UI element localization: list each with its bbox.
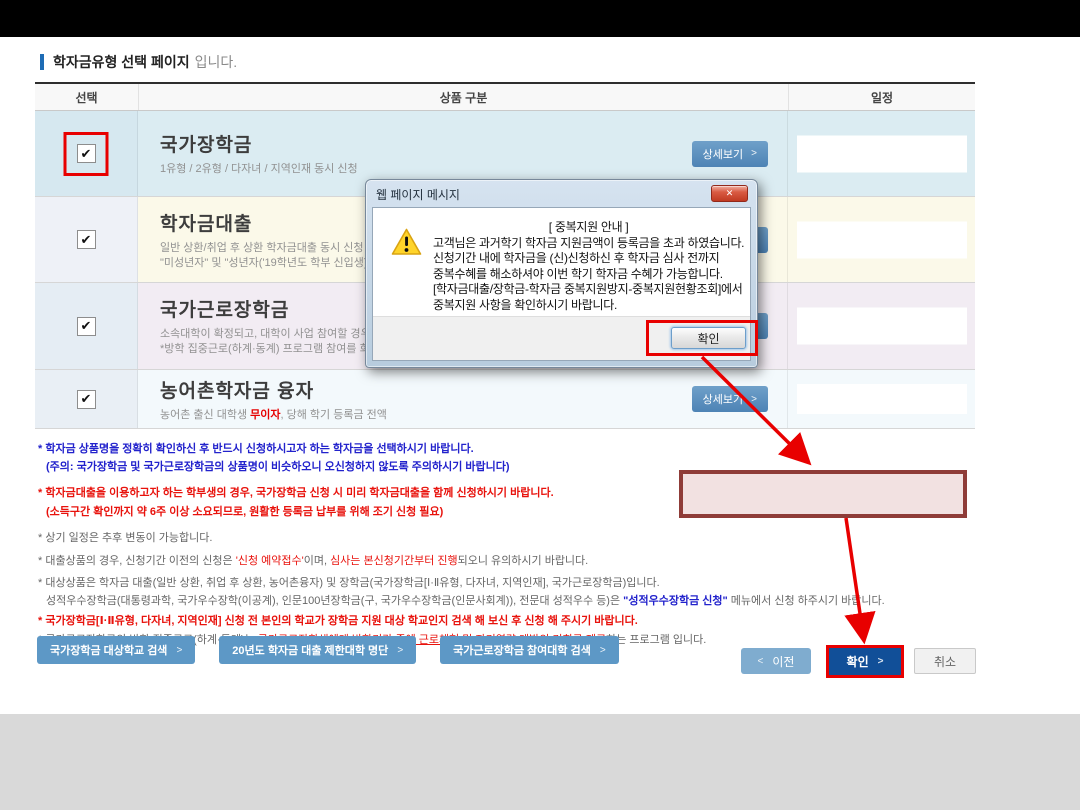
work-scholarship-university-search-button[interactable]: 국가근로장학금 참여대학 검색 > [440, 636, 619, 664]
checkbox[interactable]: ✔ [77, 317, 96, 336]
dialog-line: 고객님은 과거학기 학자금 지원금액이 등록금을 초과 하였습니다. [433, 236, 744, 252]
checkmark-icon: ✔ [81, 318, 92, 334]
web-page-message-dialog: 웹 페이지 메시지 ✕ [ 중복지원 안내 ] 고객님은 과거학기 학자금 지원… [365, 179, 758, 368]
checkmark-icon: ✔ [81, 391, 92, 407]
cancel-button[interactable]: 취소 [914, 648, 976, 674]
loan-restricted-university-list-button[interactable]: 20년도 학자금 대출 제한대학 명단 > [219, 636, 416, 664]
chevron-right-icon: > [600, 645, 606, 656]
confirm-label: 확인 [847, 653, 869, 670]
detail-button[interactable]: 상세보기 > [692, 141, 768, 167]
prev-button[interactable]: < 이전 [741, 648, 811, 674]
checkbox[interactable]: ✔ [77, 230, 96, 249]
schedule-box [797, 308, 967, 345]
prev-label: 이전 [772, 653, 794, 670]
button-label: 20년도 학자금 대출 제한대학 명단 [232, 642, 388, 658]
dialog-heading: [ 중복지원 안내 ] [433, 220, 744, 236]
detail-label: 상세보기 [703, 146, 743, 162]
dialog-line: 중복지원 사항을 확인하시기 바랍니다. [433, 298, 744, 314]
product-cell: 농어촌학자금 융자 농어촌 출신 대학생 무이자, 당해 학기 등록금 전액 [138, 370, 788, 428]
top-black-bar [0, 0, 1080, 37]
chevron-right-icon: > [397, 645, 403, 656]
chevron-right-icon: > [751, 394, 757, 405]
warning-icon [391, 228, 422, 256]
button-label: 국가근로장학금 참여대학 검색 [453, 642, 591, 658]
note-line: * 대상상품은 학자금 대출(일반 상환, 취업 후 상환, 농어촌융자) 및 … [38, 577, 973, 589]
empty-annotation-box [679, 470, 967, 518]
checkbox[interactable]: ✔ [77, 390, 96, 409]
header-schedule: 일정 [788, 84, 975, 110]
select-cell: ✔ [35, 283, 138, 369]
dialog-line: 중복수혜를 해소하셔야 이번 학기 학자금 수혜가 가능합니다. [433, 267, 744, 283]
note-line: * 대출상품의 경우, 신청기간 이전의 신청은 '신청 예약접수'이며, 심사… [38, 555, 973, 567]
dialog-footer: 확인 [373, 316, 750, 360]
dialog-close-button[interactable]: ✕ [711, 185, 748, 202]
page: 학자금유형 선택 페이지 입니다. 선택 상품 구분 일정 ✔ 국가장학금 1유… [0, 0, 1080, 810]
schedule-box [797, 135, 967, 172]
chevron-left-icon: < [758, 656, 764, 667]
page-title-rest: 입니다. [195, 52, 238, 72]
dialog-message: [ 중복지원 안내 ] 고객님은 과거학기 학자금 지원금액이 등록금을 초과 … [373, 208, 750, 316]
interest-free-accent: 무이자 [250, 409, 280, 421]
dialog-body: [ 중복지원 안내 ] 고객님은 과거학기 학자금 지원금액이 등록금을 초과 … [372, 207, 751, 361]
note-line: * 학자금 상품명을 정확히 확인하신 후 반드시 신청하시고자 하는 학자금을… [38, 443, 973, 455]
close-icon: ✕ [726, 188, 734, 199]
note-line: 성적우수장학금(대통령과학, 국가우수장학(이공계), 인문100년장학금(구,… [38, 595, 973, 607]
table-row-rural-loan: ✔ 농어촌학자금 융자 농어촌 출신 대학생 무이자, 당해 학기 등록금 전액… [35, 370, 975, 429]
footer-bar [0, 714, 1080, 810]
scholarship-school-search-button[interactable]: 국가장학금 대상학교 검색 > [37, 636, 195, 664]
search-link-buttons: 국가장학금 대상학교 검색 > 20년도 학자금 대출 제한대학 명단 > 국가… [37, 636, 619, 664]
schedule-box [797, 221, 967, 258]
header-product: 상품 구분 [138, 84, 788, 110]
ok-highlight-annotation: 확인 [646, 320, 758, 356]
checkbox-highlight-annotation [64, 132, 109, 176]
checkmark-icon: ✔ [81, 232, 92, 248]
title-accent-bar [40, 54, 44, 70]
header-select: 선택 [35, 84, 138, 110]
chevron-right-icon: > [878, 656, 884, 667]
select-cell: ✔ [35, 197, 138, 282]
button-label: 국가장학금 대상학교 검색 [50, 642, 167, 658]
detail-button[interactable]: 상세보기 > [692, 386, 768, 412]
dialog-title: 웹 페이지 메시지 [376, 186, 460, 203]
select-cell: ✔ [35, 111, 138, 196]
dialog-line: 신청기간 내에 학자금을 (신)신청하신 후 학자금 심사 전까지 [433, 251, 744, 267]
chevron-right-icon: > [751, 148, 757, 159]
confirm-button[interactable]: 확인 > [829, 648, 901, 675]
table-header: 선택 상품 구분 일정 [35, 84, 975, 111]
note-line: * 국가장학금[Ⅰ·Ⅱ유형, 다자녀, 지역인재] 신청 전 본인의 학교가 장… [38, 615, 973, 627]
note-line: * 상기 일정은 추후 변동이 가능합니다. [38, 532, 973, 544]
dialog-text: [ 중복지원 안내 ] 고객님은 과거학기 학자금 지원금액이 등록금을 초과 … [433, 220, 744, 316]
detail-label: 상세보기 [703, 391, 743, 407]
dialog-ok-button[interactable]: 확인 [671, 327, 746, 349]
page-title: 학자금유형 선택 페이지 입니다. [40, 52, 237, 72]
select-cell: ✔ [35, 370, 138, 428]
page-title-strong: 학자금유형 선택 페이지 [53, 52, 190, 72]
chevron-right-icon: > [176, 645, 182, 656]
dialog-line: [학자금대출/장학금-학자금 중복지원방지-중복지원현황조회]에서 [433, 282, 744, 298]
schedule-box [797, 384, 967, 414]
confirm-highlight-annotation: 확인 > [826, 645, 904, 678]
